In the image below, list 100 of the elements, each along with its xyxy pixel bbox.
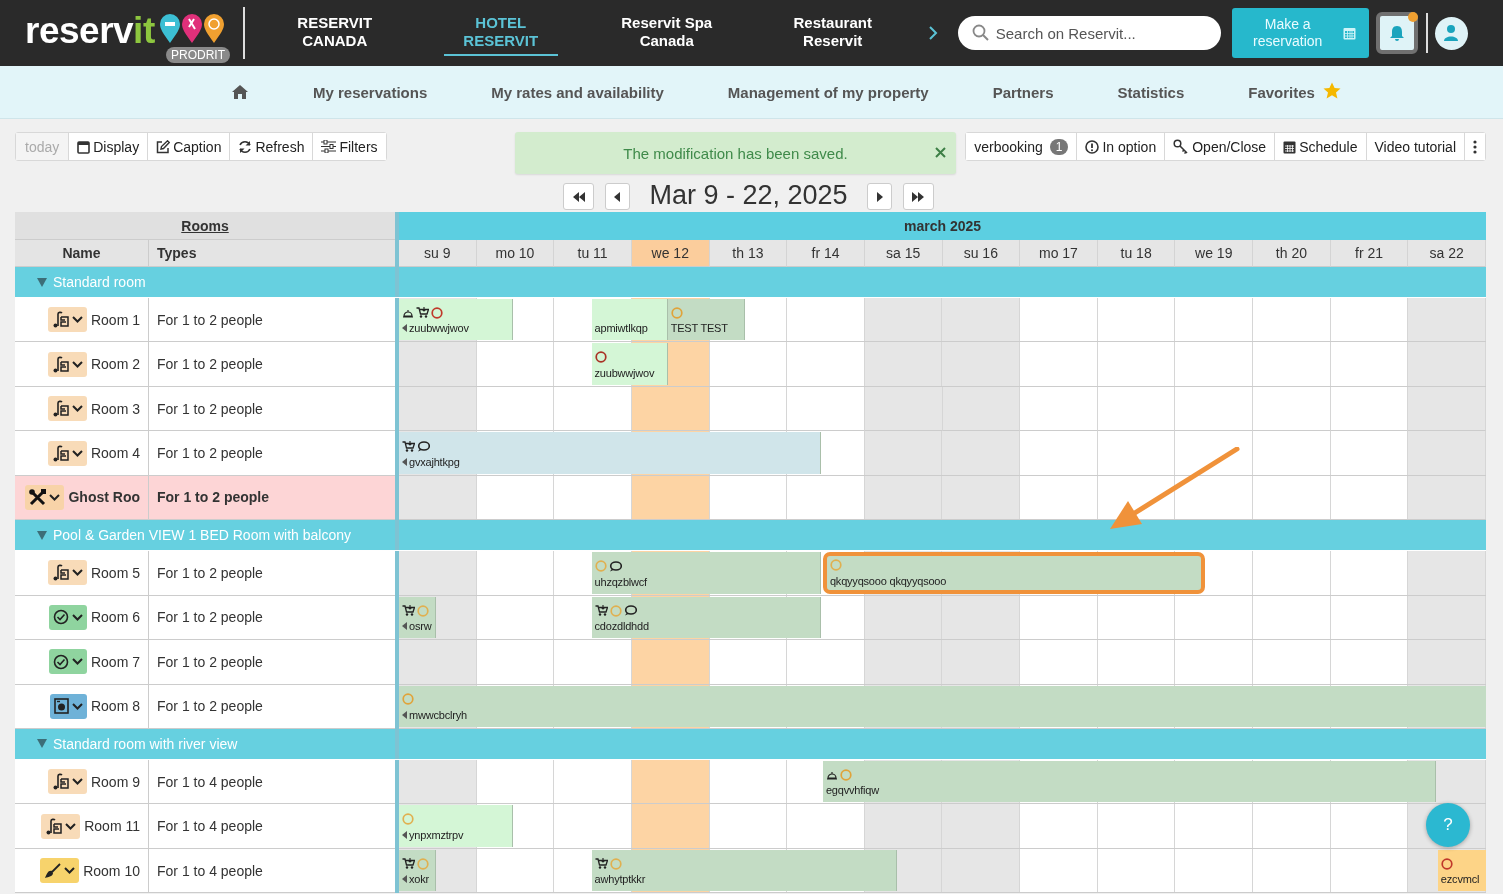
calendar-cell[interactable] — [787, 386, 865, 432]
calendar-cell[interactable] — [1330, 386, 1409, 432]
service-bell-icon — [402, 307, 414, 318]
status-dropdown[interactable] — [47, 396, 87, 422]
user-avatar[interactable] — [1434, 16, 1468, 50]
room-type-cell: For 1 to 4 people — [149, 759, 395, 805]
status-dropdown[interactable] — [25, 484, 65, 510]
calendar-cell[interactable] — [1020, 386, 1098, 432]
close-icon[interactable] — [935, 147, 946, 158]
menu-link[interactable]: Partners — [992, 83, 1054, 101]
calendar-cell[interactable] — [554, 386, 632, 432]
status-dropdown[interactable] — [47, 440, 87, 466]
status-dropdown[interactable] — [47, 560, 87, 586]
chevron-down-icon — [71, 569, 83, 577]
chevron-down-icon — [71, 778, 83, 786]
first-page-button[interactable] — [563, 183, 595, 210]
calendar-row[interactable]: gvxajhtkpg — [399, 431, 1486, 476]
status-dropdown[interactable] — [40, 858, 80, 884]
booking-bar[interactable]: egqvvhfiqw — [822, 760, 1437, 803]
booking-bar[interactable]: qkqyyqsooo qkqyyqsooo — [822, 552, 1205, 594]
room-name: Room 9 — [90, 773, 140, 790]
notifications-button[interactable] — [1375, 12, 1418, 54]
calendar-cell[interactable] — [1253, 386, 1331, 432]
calendar-icon — [1283, 139, 1297, 154]
booking-bar[interactable]: gvxajhtkpg — [399, 432, 821, 474]
period-title: Mar 9 - 22, 2025 — [649, 180, 848, 210]
booking-bar[interactable]: cdozdldhdd — [591, 596, 821, 639]
booking-bar[interactable]: awhytptkkr — [591, 849, 898, 892]
last-page-button[interactable] — [902, 183, 934, 210]
chevron-right-icon[interactable] — [927, 25, 938, 41]
booking-bar[interactable]: osrw — [399, 596, 437, 639]
calendar-cell[interactable] — [864, 386, 943, 432]
booking-bar[interactable]: apmiwtlkqp — [591, 299, 668, 341]
check-circle-icon — [52, 609, 69, 626]
calendar-row[interactable]: zuubwwjwov — [399, 342, 1486, 387]
app-tab[interactable]: RESERVIT CANADA — [277, 10, 392, 56]
room-type-cell: For 1 to 2 people — [149, 431, 395, 476]
calendar-row[interactable]: egqvvhfiqw — [399, 759, 1486, 805]
calendar-cell[interactable] — [399, 386, 477, 432]
booking-bar[interactable]: xokr — [399, 849, 437, 892]
booking-bar[interactable]: mwwcbclryh — [399, 685, 1486, 727]
menu-link[interactable]: Statistics — [1117, 83, 1185, 101]
calendar-cell[interactable] — [1408, 386, 1486, 432]
rooms-link[interactable]: Rooms — [181, 217, 229, 234]
app-tab[interactable]: Restaurant Reservit — [775, 10, 890, 56]
calendar-row[interactable]: zuubwwjwov apmiwtlkqp TEST TEST — [399, 298, 1486, 343]
logo-wordmark[interactable]: reservit — [25, 11, 155, 49]
status-dropdown[interactable] — [47, 351, 87, 377]
app-tab[interactable]: Reservit Spa Canada — [609, 10, 724, 56]
menu-link[interactable]: My rates and availability — [491, 83, 664, 101]
booking-bar[interactable]: zuubwwjwov — [591, 343, 668, 385]
calendar-cell[interactable] — [631, 386, 710, 432]
collapse-triangle-icon[interactable] — [37, 277, 47, 287]
guest-name: apmiwtlkqp — [594, 322, 648, 335]
calendar-cell[interactable] — [942, 386, 1021, 432]
calendar-cell[interactable] — [476, 386, 555, 432]
status-dropdown[interactable] — [48, 604, 87, 630]
double-chevron-right-icon — [912, 191, 925, 202]
booking-bar[interactable]: zuubwwjwov — [399, 299, 514, 341]
status-dropdown[interactable] — [49, 693, 87, 719]
toolbar-button[interactable]: verbooking 1 — [966, 133, 1078, 160]
status-dropdown[interactable] — [47, 307, 87, 333]
collapse-triangle-icon[interactable] — [37, 530, 47, 540]
collapse-triangle-icon[interactable] — [37, 739, 47, 749]
booking-bar[interactable]: ynpxmztrpv — [399, 805, 514, 847]
menu-link[interactable]: Management of my property — [727, 83, 929, 101]
search-field[interactable]: Search on Reservit... — [957, 16, 1221, 50]
booking-bar[interactable]: ezcvmcl — [1437, 849, 1486, 892]
chevron-down-icon — [65, 822, 77, 830]
column-header: Types — [149, 240, 395, 267]
calendar-cell[interactable] — [1097, 386, 1176, 432]
room-type-name: Standard room with river view — [53, 735, 238, 752]
calendar-row[interactable]: osrw cdozdldhdd — [399, 595, 1486, 641]
calendar-cell[interactable] — [709, 386, 788, 432]
calendar-cell[interactable] — [1175, 386, 1254, 432]
key-icon — [1173, 138, 1190, 155]
app-tab[interactable]: HOTEL RESERVIT — [443, 10, 558, 56]
calendar-row[interactable]: xokr awhytptkkr ezcvmcl — [399, 848, 1486, 894]
menu-link[interactable]: My reservations — [313, 83, 428, 101]
chevron-down-icon — [49, 493, 61, 501]
more-vertical-icon — [1473, 139, 1477, 154]
chevron-down-icon — [71, 449, 83, 457]
room-name: Room 7 — [90, 653, 140, 670]
tools-icon — [29, 488, 47, 506]
edit-icon — [156, 139, 171, 154]
calendar-row[interactable]: uhzqzblwcf qkqyyqsooo qkqyyqsooo — [399, 551, 1486, 596]
vacuum-icon — [51, 311, 69, 329]
sliders-icon — [321, 140, 337, 153]
previous-button[interactable] — [605, 183, 631, 210]
status-dropdown[interactable] — [48, 649, 87, 675]
booking-bar[interactable]: uhzqzblwcf — [591, 552, 821, 594]
menu-link[interactable]: Favorites — [1248, 83, 1341, 101]
next-button[interactable] — [866, 183, 892, 210]
status-dropdown[interactable] — [41, 813, 81, 839]
toast-message: The modification has been saved. — [623, 144, 848, 162]
guest-name: uhzqzblwcf — [594, 575, 647, 588]
room-type-cell: For 1 to 2 people — [149, 551, 395, 596]
home-icon[interactable] — [231, 84, 249, 100]
status-dropdown[interactable] — [47, 769, 87, 795]
booking-bar[interactable]: TEST TEST — [667, 299, 745, 341]
